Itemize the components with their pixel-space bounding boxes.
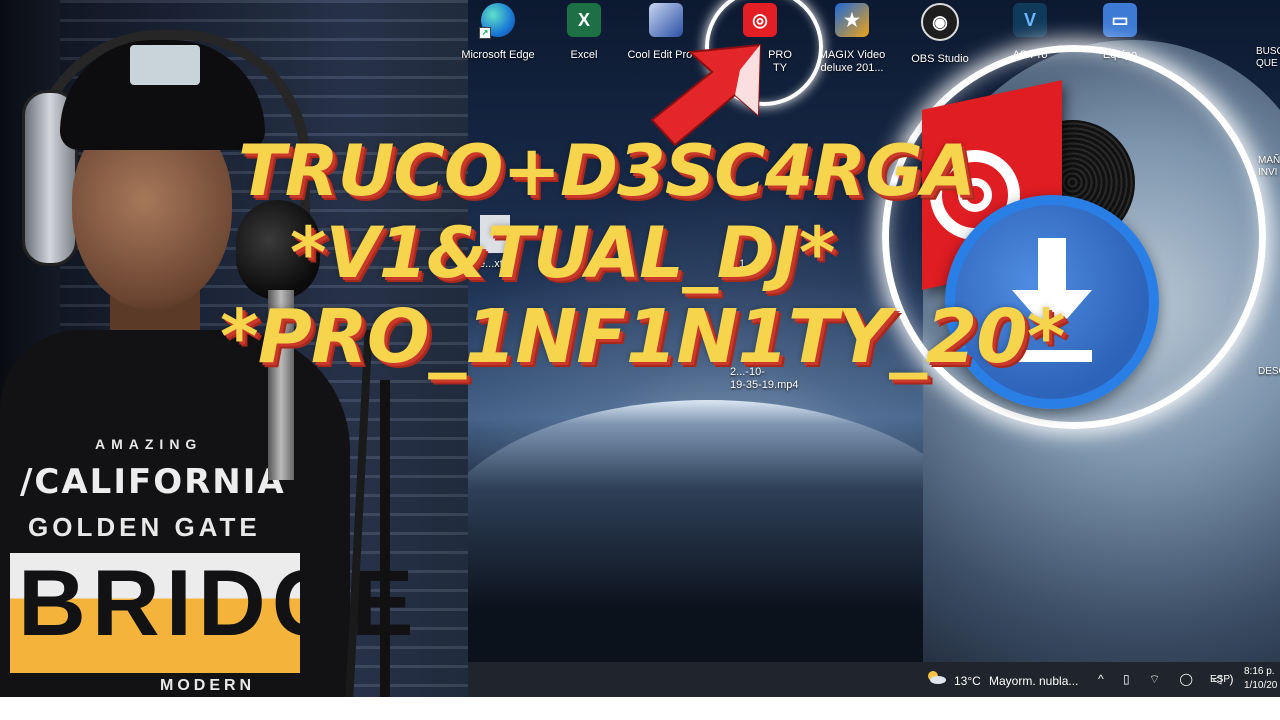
shirt-text-california: /CALIFORNIA <box>20 462 286 502</box>
edge-icon: ↗ <box>479 3 515 39</box>
taskbar-weather-text[interactable]: Mayorm. nubla... <box>989 674 1078 688</box>
desktop-icon-label: Microsoft Edge <box>461 49 535 61</box>
taskbar-language[interactable]: ESP <box>1210 674 1230 685</box>
cool-edit-pro-icon <box>649 3 683 37</box>
desktop-icon-label: Excel <box>570 49 598 61</box>
headline-line-3: *PRO_1NF1N1TY_20* <box>220 294 1065 380</box>
magix-video-icon: ★ <box>835 3 869 37</box>
desktop-icon-excel[interactable]: X Excel <box>544 3 624 62</box>
excel-icon: X <box>567 3 601 37</box>
computer-icon: ▭ <box>1103 3 1137 37</box>
weather-cloud-icon[interactable] <box>926 670 946 684</box>
cap-logo <box>130 45 200 85</box>
shirt-text-modern: MODERN <box>160 677 256 694</box>
desktop-icon-label: OBS Studio <box>911 53 969 65</box>
headline-line-2: *V1&TUAL_DJ* <box>290 212 836 294</box>
vegas-pro-icon: V <box>1013 3 1047 37</box>
headline-line-1: TRUCO+D3SC4RGA <box>238 130 976 212</box>
desktop-icon-obs-studio[interactable]: ◉ OBS Studio <box>900 3 980 66</box>
desktop-item-label[interactable]: MAÑ INVI <box>1258 155 1280 179</box>
desktop-icon-magix-video[interactable]: ★ MAGIX Video deluxe 201... <box>812 3 892 75</box>
shirt-text-golden-gate: GOLDEN GATE <box>28 512 261 542</box>
earth-horizon <box>468 400 988 697</box>
desktop-item-label[interactable]: DESC <box>1258 366 1280 377</box>
desktop-icon-edge[interactable]: ↗ Microsoft Edge <box>458 3 538 62</box>
bottom-strip <box>0 697 1280 720</box>
taskbar-clock[interactable]: 8:16 p. 1/10/20 <box>1244 665 1277 693</box>
obs-studio-icon: ◉ <box>921 3 959 41</box>
shirt-text-amazing: AMAZING <box>95 436 203 452</box>
mic-stand-pole <box>380 380 390 697</box>
desktop-item-label[interactable]: BUSC QUE <box>1256 46 1280 70</box>
desktop-icon-label: MAGIX Video deluxe 201... <box>818 49 886 74</box>
taskbar-temperature[interactable]: 13°C <box>954 674 981 688</box>
